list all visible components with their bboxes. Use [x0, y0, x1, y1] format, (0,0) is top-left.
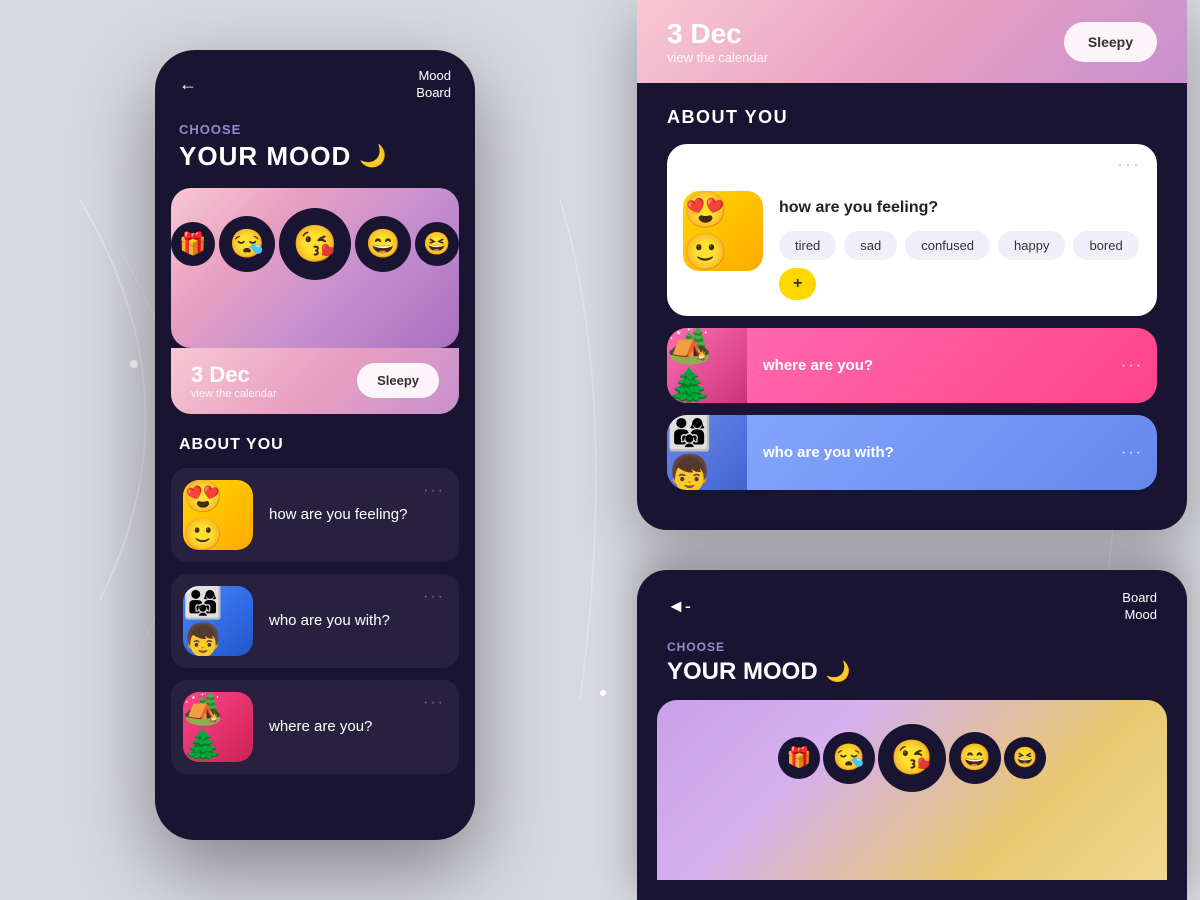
- tag-add[interactable]: +: [779, 268, 816, 300]
- top-feeling-card[interactable]: ··· 😍🙂 how are you feeling? tired sad co…: [667, 144, 1157, 316]
- choose-label: CHOOSE: [155, 102, 475, 141]
- br-emoji-track: 🎁 😪 😘 😄 😆: [657, 724, 1167, 792]
- top-sleepy-button[interactable]: Sleepy: [1064, 22, 1157, 62]
- br-title: BoardMood: [1122, 590, 1157, 624]
- date-bar-date: 3 Dec: [667, 18, 768, 50]
- br-emoji-laugh[interactable]: 😆: [1004, 737, 1046, 779]
- date-bar: 3 Dec view the calendar Sleepy: [637, 0, 1187, 83]
- bottom-right-phone: ◄- BoardMood CHOOSE YOUR MOOD 🌙 🎁 😪 😘 😄 …: [637, 570, 1187, 900]
- where-emoji-box: 🏕️🌲: [183, 692, 253, 762]
- br-back-button[interactable]: ◄-: [667, 596, 691, 617]
- decorative-dot-1: [130, 360, 138, 368]
- left-phone: ← MoodBoard CHOOSE YOUR MOOD 🌙 🎁 😪 😘 😄 😆…: [155, 50, 475, 840]
- emoji-grin[interactable]: 😄: [355, 216, 411, 272]
- br-emoji-grin[interactable]: 😄: [949, 732, 1001, 784]
- br-emoji-slider[interactable]: 🎁 😪 😘 😄 😆: [657, 700, 1167, 880]
- br-emoji-kiss[interactable]: 😘: [878, 724, 946, 792]
- top-where-question: where are you?: [747, 357, 1121, 374]
- date-display: 3 Dec: [191, 362, 277, 388]
- emoji-gift[interactable]: 🎁: [171, 222, 215, 266]
- where-card-dots[interactable]: ···: [1121, 357, 1157, 375]
- tag-confused[interactable]: confused: [905, 231, 990, 260]
- back-button[interactable]: ←: [179, 74, 197, 95]
- top-who-question: who are you with?: [747, 444, 1121, 461]
- emoji-laugh[interactable]: 😆: [415, 222, 459, 266]
- br-mood-row: YOUR MOOD 🌙: [637, 658, 1187, 700]
- date-info: 3 Dec view the calendar: [191, 362, 277, 400]
- emoji-sleepy[interactable]: 😪: [219, 216, 275, 272]
- who-card-dots-top[interactable]: ···: [1121, 444, 1157, 462]
- emoji-kiss-active[interactable]: 😘: [279, 208, 351, 280]
- where-question-text: where are you?: [269, 718, 372, 735]
- where-card-dots[interactable]: ···: [423, 694, 445, 712]
- feeling-emoji-box: 😍🙂: [183, 480, 253, 550]
- date-bar-link[interactable]: view the calendar: [667, 50, 768, 65]
- sleepy-button[interactable]: Sleepy: [357, 363, 439, 398]
- feeling-card-item[interactable]: 😍🙂 how are you feeling? ···: [171, 468, 459, 562]
- who-question-text: who are you with?: [269, 612, 390, 629]
- tag-happy[interactable]: happy: [998, 231, 1065, 260]
- top-who-emoji: 👨‍👩‍👧👦: [667, 415, 747, 490]
- tag-bored[interactable]: bored: [1073, 231, 1138, 260]
- where-card-item[interactable]: 🏕️🌲 where are you? ···: [171, 680, 459, 774]
- who-card-item[interactable]: 👨‍👩‍👧👦 who are you with? ···: [171, 574, 459, 668]
- feeling-card-dots[interactable]: ···: [423, 482, 445, 500]
- who-card-dots[interactable]: ···: [423, 588, 445, 606]
- feeling-card-top-dots[interactable]: ···: [667, 144, 1157, 175]
- emoji-track: 🎁 😪 😘 😄 😆: [171, 208, 459, 280]
- moon-icon: 🌙: [359, 143, 386, 169]
- br-moon-icon: 🌙: [826, 659, 851, 684]
- top-where-emoji: 🏕️🌲: [667, 328, 747, 403]
- feeling-card-inner: 😍🙂 how are you feeling? tired sad confus…: [667, 175, 1157, 316]
- top-right-panel: 3 Dec view the calendar Sleepy ABOUT YOU…: [637, 0, 1187, 530]
- your-mood-row: YOUR MOOD 🌙: [155, 141, 475, 188]
- tag-tired[interactable]: tired: [779, 231, 836, 260]
- about-you-heading: ABOUT YOU: [667, 107, 1157, 128]
- br-your-mood: YOUR MOOD: [667, 658, 818, 686]
- top-who-card[interactable]: 👨‍👩‍👧👦 who are you with? ···: [667, 415, 1157, 490]
- about-you-section: ABOUT YOU ··· 😍🙂 how are you feeling? ti…: [637, 83, 1187, 490]
- status-bar: ← MoodBoard: [155, 50, 475, 102]
- br-emoji-gift[interactable]: 🎁: [778, 737, 820, 779]
- your-mood-text: YOUR MOOD: [179, 141, 351, 172]
- emoji-slider[interactable]: 🎁 😪 😘 😄 😆: [171, 188, 459, 348]
- decorative-dot-2: [600, 690, 606, 696]
- date-section: 3 Dec view the calendar Sleepy: [171, 348, 459, 414]
- top-feeling-emoji: 😍🙂: [683, 191, 763, 271]
- who-emoji-box: 👨‍👩‍👧👦: [183, 586, 253, 656]
- mood-tags-container: tired sad confused happy bored +: [779, 231, 1141, 300]
- tag-sad[interactable]: sad: [844, 231, 897, 260]
- top-feeling-question: how are you feeling?: [779, 199, 1141, 217]
- br-status-bar: ◄- BoardMood: [637, 570, 1187, 624]
- date-bar-info: 3 Dec view the calendar: [667, 18, 768, 65]
- about-you-title: ABOUT YOU: [155, 414, 475, 468]
- br-emoji-sleepy[interactable]: 😪: [823, 732, 875, 784]
- top-where-card[interactable]: 🏕️🌲 where are you? ···: [667, 328, 1157, 403]
- feeling-question-text: how are you feeling?: [269, 506, 407, 523]
- mood-board-title: MoodBoard: [416, 68, 451, 102]
- feeling-right-section: how are you feeling? tired sad confused …: [779, 191, 1141, 300]
- br-choose-label: CHOOSE: [637, 624, 1187, 658]
- calendar-link[interactable]: view the calendar: [191, 388, 277, 400]
